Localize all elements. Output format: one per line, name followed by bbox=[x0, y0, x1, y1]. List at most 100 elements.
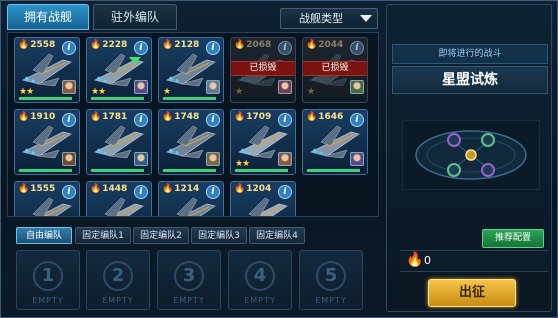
ship-power-value: 1204 bbox=[246, 184, 272, 194]
ship-power: 🔥1646 bbox=[306, 112, 343, 122]
pilot-avatar bbox=[134, 80, 148, 94]
ship-stars: ★★ bbox=[235, 159, 250, 169]
ship-power: 🔥2044 bbox=[306, 40, 343, 50]
ship-power-value: 2558 bbox=[30, 40, 56, 50]
ship-card[interactable]: 🔥1748 i bbox=[158, 109, 224, 175]
ship-power: 🔥2068 bbox=[234, 40, 271, 50]
pilot-avatar bbox=[278, 152, 292, 166]
ship-power-value: 1646 bbox=[318, 112, 344, 122]
ship-power-value: 1555 bbox=[30, 184, 56, 194]
ship-power: 🔥1910 bbox=[18, 112, 55, 122]
battle-map bbox=[402, 120, 540, 190]
tab-external-fleet[interactable]: 驻外编队 bbox=[93, 4, 177, 30]
slot-number: 5 bbox=[316, 261, 346, 291]
damaged-label: 已损毁 bbox=[231, 61, 295, 76]
ship-power-value: 2228 bbox=[102, 40, 128, 50]
fleet-tab-fixed-1[interactable]: 固定编队1 bbox=[75, 227, 131, 244]
ship-power-value: 2128 bbox=[174, 40, 200, 50]
hp-bar bbox=[163, 169, 219, 172]
ship-card[interactable]: 🔥1214 i bbox=[158, 181, 224, 216]
hp-bar-fill bbox=[19, 97, 73, 100]
power-flame-icon: 🔥 bbox=[90, 40, 102, 50]
power-flame-icon: 🔥 bbox=[162, 112, 174, 122]
ship-power: 🔥1448 bbox=[90, 184, 127, 194]
damaged-label: 已损毁 bbox=[303, 61, 367, 76]
ship-card[interactable]: 🔥1781 i bbox=[86, 109, 152, 175]
ship-card[interactable]: 🔥2228 i ★★ bbox=[86, 37, 152, 103]
ship-card[interactable]: 🔥1555 i bbox=[14, 181, 80, 216]
pilot-avatar bbox=[350, 80, 364, 94]
ship-card[interactable]: 🔥1204 i bbox=[230, 181, 296, 216]
hp-bar bbox=[91, 169, 147, 172]
ship-card[interactable]: 🔥2068 i 已损毁 ★ bbox=[230, 37, 296, 103]
ship-card[interactable]: 🔥2128 i ★ bbox=[158, 37, 224, 103]
ship-power: 🔥1748 bbox=[162, 112, 199, 122]
slot-empty-label: EMPTY bbox=[173, 296, 205, 305]
tab-owned-ships[interactable]: 拥有战舰 bbox=[7, 4, 89, 30]
power-flame-icon: 🔥 bbox=[306, 112, 318, 122]
recommend-config-button[interactable]: 推荐配置 bbox=[482, 229, 544, 248]
upcoming-battle-label: 即将进行的战斗 bbox=[392, 44, 548, 64]
ship-power: 🔥1781 bbox=[90, 112, 127, 122]
power-flame-icon: 🔥 bbox=[18, 184, 30, 194]
slot-number: 3 bbox=[174, 261, 204, 291]
ship-power: 🔥2228 bbox=[90, 40, 127, 50]
starship-icon bbox=[32, 197, 72, 216]
ship-power-value: 1748 bbox=[174, 112, 200, 122]
power-flame-icon: 🔥 bbox=[18, 112, 30, 122]
pilot-avatar bbox=[206, 152, 220, 166]
fleet-slot-4[interactable]: 4 EMPTY bbox=[228, 250, 292, 310]
hp-bar bbox=[19, 97, 75, 100]
slot-number: 2 bbox=[103, 261, 133, 291]
ship-card[interactable]: 🔥2044 i 已损毁 ★ bbox=[302, 37, 368, 103]
ship-power-value: 1910 bbox=[30, 112, 56, 122]
fleet-slot-3[interactable]: 3 EMPTY bbox=[157, 250, 221, 310]
ship-power-value: 1448 bbox=[102, 184, 128, 194]
power-flame-icon: 🔥 bbox=[162, 40, 174, 50]
ship-card[interactable]: 🔥1646 i bbox=[302, 109, 368, 175]
launch-button[interactable]: 出征 bbox=[428, 279, 516, 307]
fleet-tab-fixed-4[interactable]: 固定编队4 bbox=[249, 227, 305, 244]
ship-card[interactable]: 🔥2558 i ★★ bbox=[14, 37, 80, 103]
fleet-power-row: 🔥 0 bbox=[400, 250, 548, 272]
power-flame-icon: 🔥 bbox=[406, 252, 424, 268]
power-flame-icon: 🔥 bbox=[234, 184, 246, 194]
fleet-tab-free[interactable]: 自由编队 bbox=[16, 227, 72, 244]
fleet-slot-5[interactable]: 5 EMPTY bbox=[299, 250, 363, 310]
ship-power: 🔥2558 bbox=[18, 40, 55, 50]
ship-type-filter[interactable]: 战舰类型 bbox=[280, 8, 378, 29]
pilot-avatar bbox=[278, 80, 292, 94]
power-flame-icon: 🔥 bbox=[234, 40, 246, 50]
hp-bar bbox=[235, 97, 291, 100]
ship-power: 🔥2128 bbox=[162, 40, 199, 50]
ship-stars: ★★ bbox=[91, 87, 106, 97]
ship-power-value: 1709 bbox=[246, 112, 272, 122]
fleet-tab-fixed-2[interactable]: 固定编队2 bbox=[133, 227, 189, 244]
slot-empty-label: EMPTY bbox=[315, 296, 347, 305]
power-flame-icon: 🔥 bbox=[162, 184, 174, 194]
pilot-avatar bbox=[206, 80, 220, 94]
fleet-tab-fixed-3[interactable]: 固定编队3 bbox=[191, 227, 247, 244]
ship-card[interactable]: 🔥1910 i bbox=[14, 109, 80, 175]
hp-bar-fill bbox=[91, 169, 145, 172]
fleet-slot-2[interactable]: 2 EMPTY bbox=[86, 250, 150, 310]
hp-bar bbox=[307, 169, 363, 172]
hp-bar-fill bbox=[163, 97, 217, 100]
starship-icon bbox=[104, 197, 144, 216]
ship-card[interactable]: 🔥1448 i bbox=[86, 181, 152, 216]
hp-bar bbox=[91, 97, 147, 100]
starship-icon bbox=[248, 197, 288, 216]
ship-grid[interactable]: 🔥2558 i ★★ 🔥2228 i ★★ 🔥2128 i ★ 🔥2068 i 已损毁 ★ 🔥2044 i 已… bbox=[7, 32, 379, 217]
power-flame-icon: 🔥 bbox=[18, 40, 30, 50]
power-flame-icon: 🔥 bbox=[90, 184, 102, 194]
dropdown-arrow-icon bbox=[360, 15, 372, 22]
hp-bar bbox=[163, 97, 219, 100]
fleet-power-value: 0 bbox=[424, 254, 431, 267]
slot-number: 4 bbox=[245, 261, 275, 291]
slot-number: 1 bbox=[33, 261, 63, 291]
ship-stars: ★ bbox=[163, 87, 171, 97]
ship-power: 🔥1709 bbox=[234, 112, 271, 122]
ship-card[interactable]: 🔥1709 i ★★ bbox=[230, 109, 296, 175]
fleet-slot-1[interactable]: 1 EMPTY bbox=[16, 250, 80, 310]
ship-stars: ★ bbox=[235, 87, 243, 97]
